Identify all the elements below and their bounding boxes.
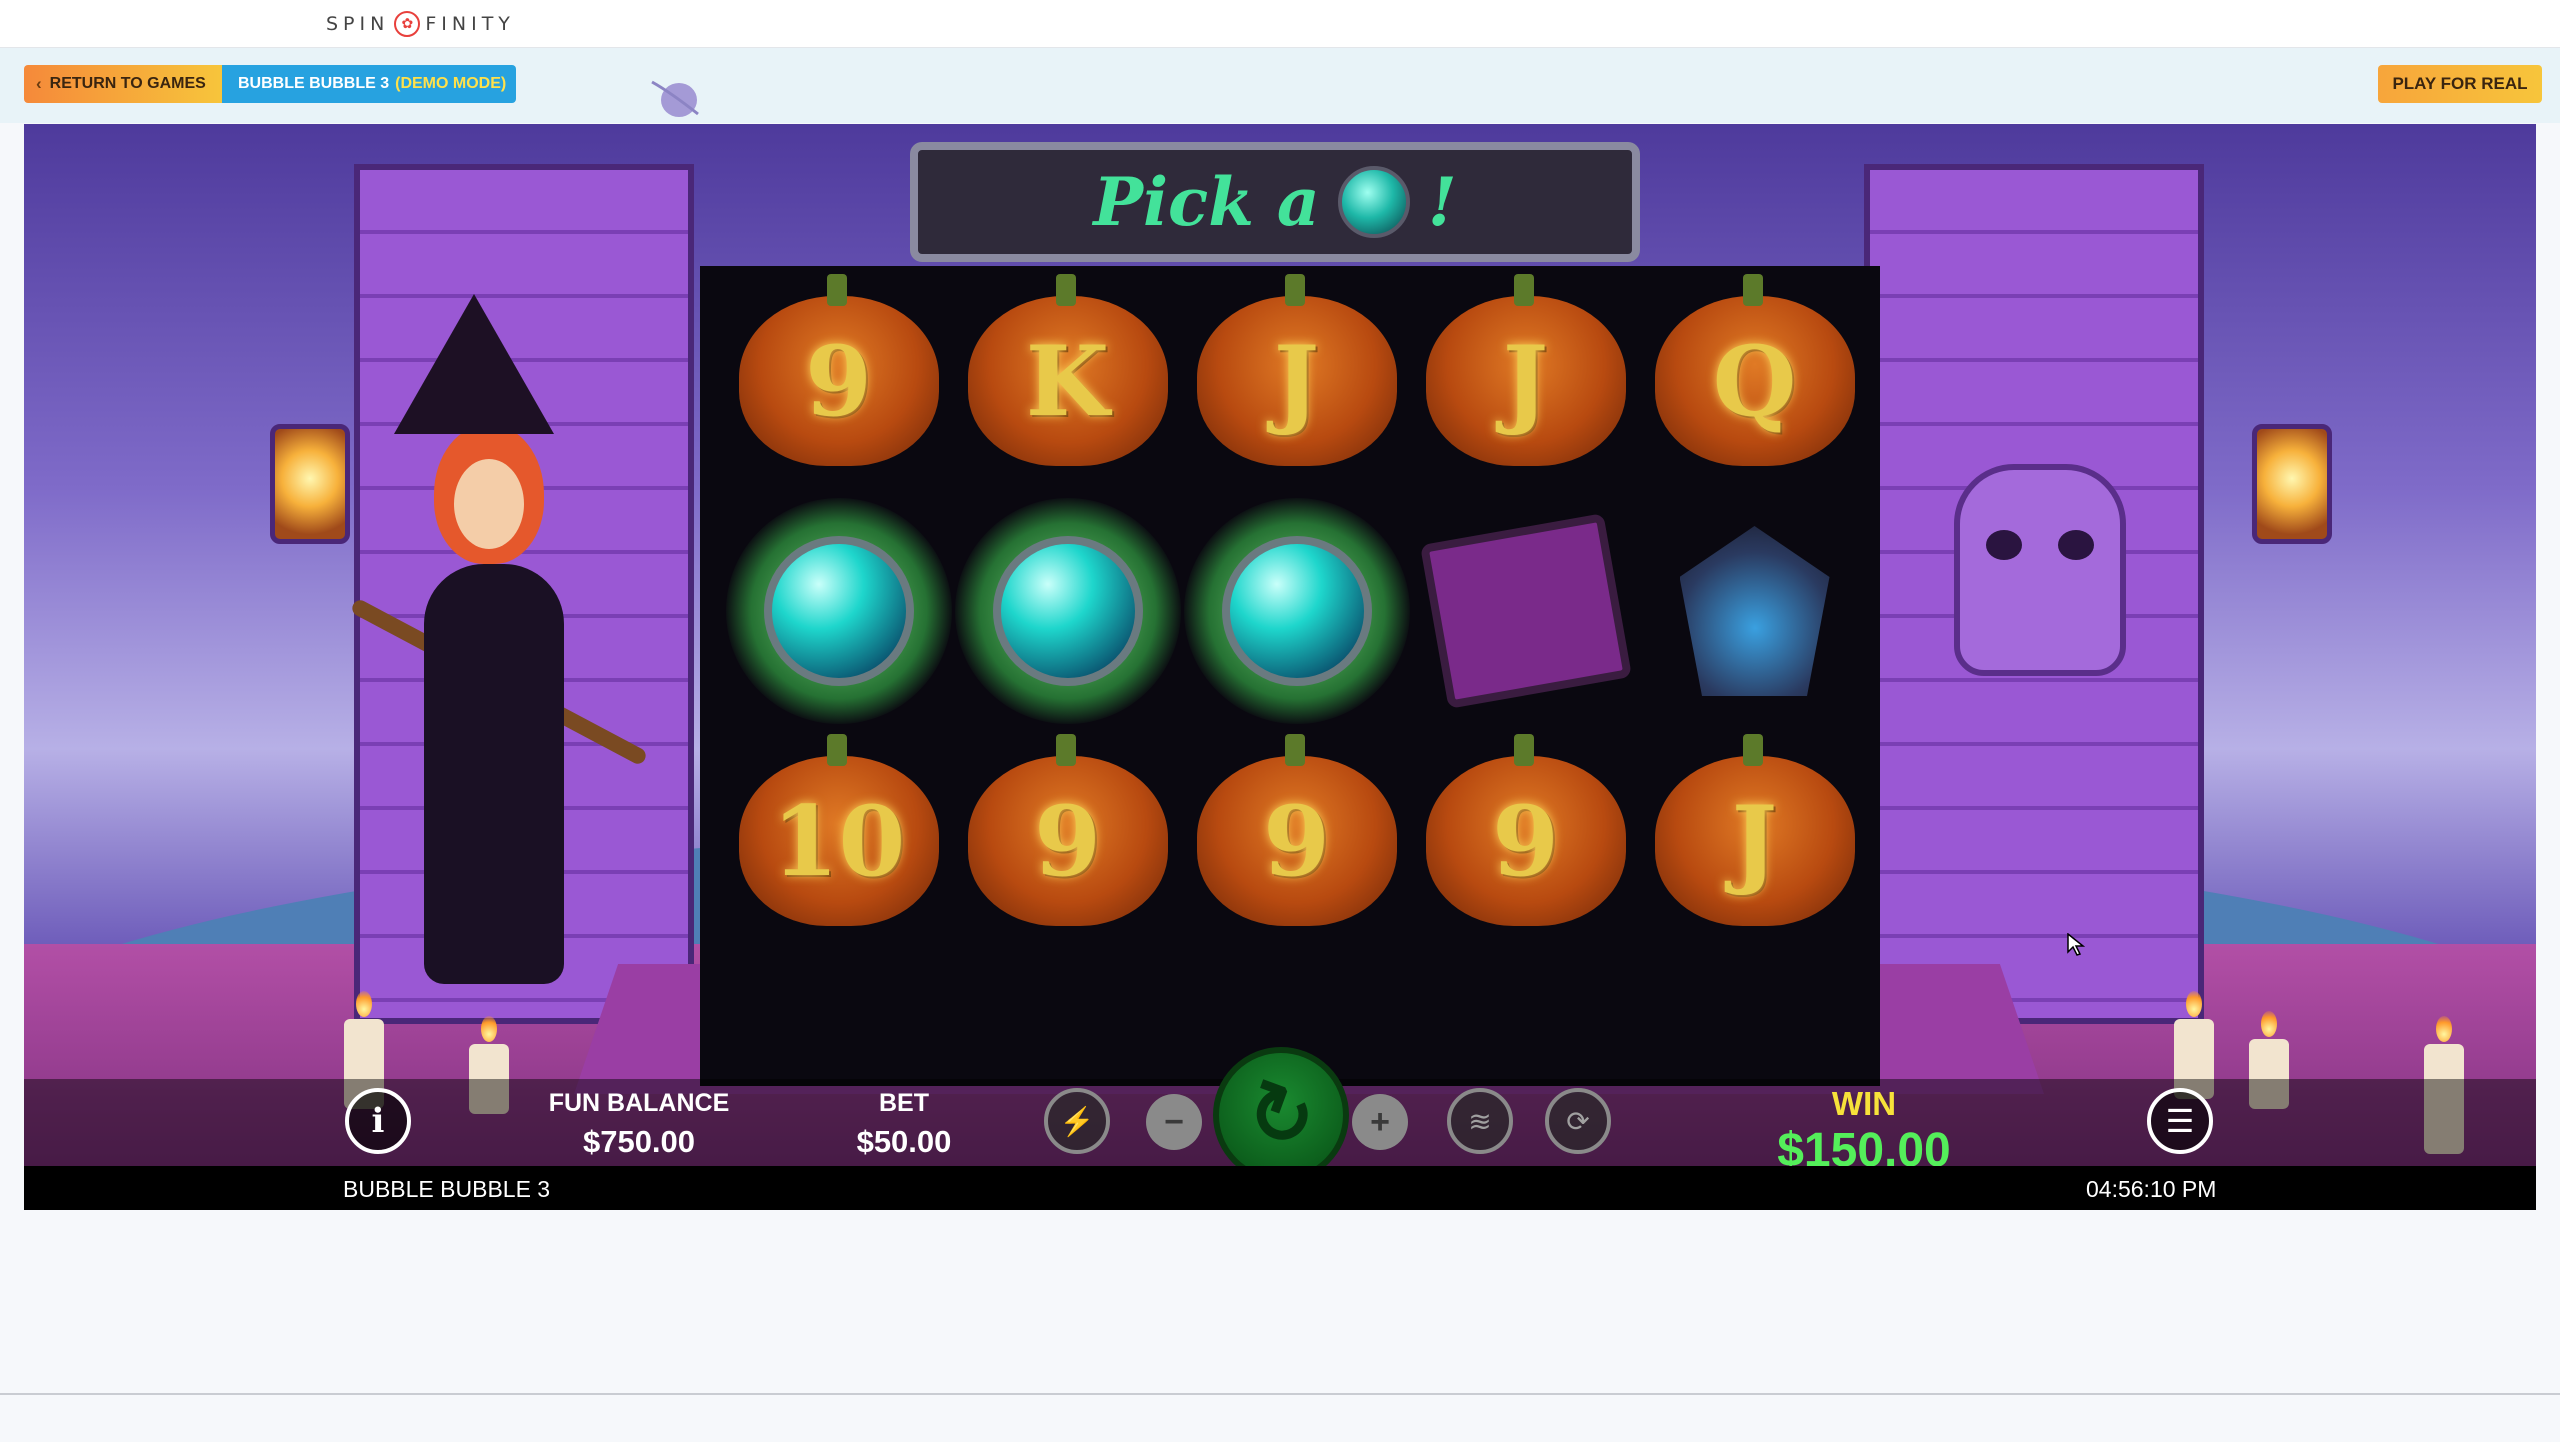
chevron-left-icon: ‹ [36,74,42,93]
reel-cell: J [1182,266,1411,496]
reel-cell: J [1411,266,1640,496]
reel-cell [1640,496,1869,726]
menu-button[interactable]: ☰ [2147,1088,2213,1154]
orb-glow [725,498,952,724]
game-info-bar: BUBBLE BUBBLE 3 04:56:10 PM [24,1166,2536,1210]
reel-cell: 9 [724,266,953,496]
info-icon: i [371,1101,385,1141]
hamburger-menu-icon: ☰ [2165,1103,2195,1139]
reel-cell: J [1640,726,1869,956]
reel-cell: Q [1640,266,1869,496]
witch-body [424,564,564,984]
decrease-bet-button[interactable]: − [1146,1094,1202,1150]
reel-cell: 9 [1411,726,1640,956]
orb-cell[interactable] [953,496,1182,726]
reel-area[interactable]: 9 K J J Q 10 9 9 9 J [700,266,1880,1086]
reel-cell: 9 [1182,726,1411,956]
pumpkin-symbol: Q [1654,274,1855,466]
pumpkin-symbol: 9 [738,274,939,466]
pumpkin-symbol: 10 [738,734,939,926]
pumpkin-symbol: 9 [967,734,1168,926]
win-display: WIN $150.00 [1724,1085,2004,1166]
crystal-orb-icon [992,536,1143,686]
pumpkin-symbol: J [1196,274,1397,466]
logo-mark-icon: ✿ [394,11,421,37]
mouse-cursor-icon [2067,933,2085,956]
demo-mode-label: (DEMO MODE) [395,75,507,92]
autoplay-icon: ⟳ [1566,1105,1590,1137]
game-toolbar: ‹ RETURN TO GAMES BUBBLE BUBBLE 3 (DEMO … [0,48,2560,123]
win-value: $150.00 [1777,1124,1951,1166]
win-label: WIN [1831,1085,1897,1122]
return-to-games-label: RETURN TO GAMES [49,75,206,92]
orb-icon [1337,166,1410,238]
planet-icon [651,80,699,117]
minus-icon: − [1164,1102,1184,1141]
return-to-games-button[interactable]: ‹ RETURN TO GAMES [24,65,222,103]
orb-glow [954,498,1181,724]
logo-text-right: FINITY [425,13,515,35]
fun-balance: FUN BALANCE $750.00 [514,1089,764,1160]
turbo-button[interactable]: ⚡ [1044,1088,1110,1154]
spell-book-icon [1419,513,1632,709]
game-title-label: BUBBLE BUBBLE 3 [238,75,390,92]
spinfinity-logo[interactable]: SPIN ✿ FINITY [326,8,515,40]
play-for-real-label: PLAY FOR REAL [2392,74,2528,93]
reel-cell: K [953,266,1182,496]
fun-balance-label: FUN BALANCE [548,1089,730,1117]
spin-icon: ↻ [1234,1061,1328,1166]
pumpkin-symbol: 9 [1425,734,1626,926]
orb-cell[interactable] [1182,496,1411,726]
pumpkin-symbol: J [1654,734,1855,926]
orb-cell[interactable] [724,496,953,726]
autoplay-button[interactable]: ⟳ [1545,1088,1611,1154]
logo-text-left: SPIN [326,13,390,35]
pumpkin-symbol: 9 [1196,734,1397,926]
witch-face [454,459,524,549]
play-for-real-button[interactable]: PLAY FOR REAL [2378,65,2542,103]
coins-icon: ≋ [1468,1105,1492,1137]
game-canvas[interactable]: Pick a ! 9 K J J Q 10 9 9 9 J i FUN BALA… [24,124,2536,1166]
info-button[interactable]: i [345,1088,411,1154]
crystal-orb-icon [1221,536,1372,686]
left-lantern [270,424,350,544]
pumpkin-symbol: J [1425,274,1626,466]
bet-label: BET [879,1089,929,1117]
lightning-icon: ⚡ [1059,1105,1095,1137]
reel-cell: 9 [953,726,1182,956]
game-title-badge: BUBBLE BUBBLE 3 (DEMO MODE) [222,65,516,103]
clock-time: 04:56:10 PM [2086,1176,2217,1202]
pumpkin-symbol: K [967,274,1168,466]
banner-exclaim: ! [1427,163,1457,241]
stone-skull-decoration [1954,464,2126,676]
game-name-label: BUBBLE BUBBLE 3 [343,1176,551,1202]
right-lantern [2252,424,2332,544]
reel-cell: 10 [724,726,953,956]
reel-cell [1411,496,1640,726]
pick-an-orb-banner: Pick a ! [910,142,1640,262]
bet-value: $50.00 [856,1124,952,1159]
site-header: SPIN ✿ FINITY [0,0,2560,48]
banner-text: Pick a [1093,163,1320,241]
control-bar: i FUN BALANCE $750.00 BET $50.00 ⚡ − ↻ +… [24,1047,2536,1166]
page-footer [0,1393,2560,1442]
bat-gem-icon [1679,526,1830,696]
orb-glow [1183,498,1410,724]
witch-character [349,294,654,1014]
bet-display: BET $50.00 [804,1089,1004,1160]
coin-value-button[interactable]: ≋ [1447,1088,1513,1154]
plus-icon: + [1370,1102,1390,1141]
witch-hat [394,294,554,434]
increase-bet-button[interactable]: + [1352,1094,1408,1150]
fun-balance-value: $750.00 [582,1124,696,1159]
crystal-orb-icon [763,536,914,686]
reel-grid: 9 K J J Q 10 9 9 9 J [700,266,1904,956]
